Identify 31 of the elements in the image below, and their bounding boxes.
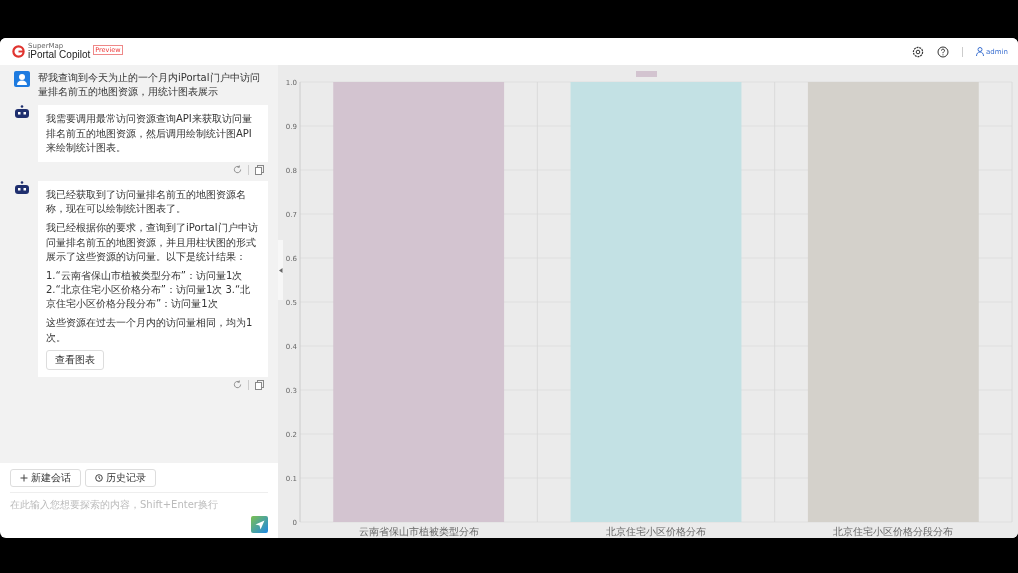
view-chart-button[interactable]: 查看图表: [46, 349, 104, 370]
help-icon[interactable]: [937, 45, 950, 58]
message-text: 我已经根据你的要求，查询到了iPortal门户中访问量排名前五的地图资源，并且用柱状图的形式展示了这些资源的访问量。以下是统计结果：: [46, 221, 259, 264]
user-icon: [976, 47, 985, 56]
robot-icon: [14, 105, 30, 120]
copy-icon[interactable]: [255, 379, 264, 390]
refresh-icon[interactable]: [233, 380, 242, 390]
new-chat-button[interactable]: 新建会话: [10, 469, 81, 487]
message-text: 我已经获取到了访问量排名前五的地图资源名称，现在可以绘制统计图表了。: [46, 187, 247, 217]
message-text: 我需要调用最常访问资源查询API来获取访问量排名前五的地图资源，然后调用绘制统计图API来绘制统计图表。: [46, 112, 253, 155]
category-label: 北京住宅小区价格分布: [606, 526, 706, 537]
message-text: 1.“云南省保山市植被类型分布”：访问量1次 2.“北京住宅小区价格分布”：访问量1次 3.“北京住宅小区价格分段分布”：访问量1次: [46, 268, 252, 312]
clock-icon: [95, 474, 103, 482]
collapse-handle[interactable]: [278, 240, 283, 300]
message-text: 帮我查询到今天为止的一个月内iPortal门户中访问量排名前五的地图资源，用统计图表展示: [38, 71, 261, 100]
copy-icon[interactable]: [255, 164, 264, 175]
plus-icon: [20, 474, 28, 482]
category-label: 北京住宅小区价格分段分布: [833, 526, 954, 537]
legend-swatch[interactable]: [636, 71, 657, 77]
logo-icon: [12, 45, 25, 58]
message-input[interactable]: 在此输入您想要探索的内容，Shift+Enter换行: [10, 493, 268, 516]
robot-icon: [14, 180, 30, 195]
message-text: 这些资源在过去一个月内的访问量相同，均为1次。: [46, 316, 254, 345]
send-button[interactable]: [251, 516, 268, 533]
history-button[interactable]: 历史记录: [85, 469, 156, 487]
category-label: 云南省保山市植被类型分布: [358, 526, 479, 537]
refresh-icon[interactable]: [233, 165, 242, 175]
user-avatar-icon: [14, 71, 30, 87]
settings-icon[interactable]: [912, 45, 925, 58]
send-icon: [254, 519, 265, 530]
app-title: iPortal Copilot: [28, 50, 91, 60]
